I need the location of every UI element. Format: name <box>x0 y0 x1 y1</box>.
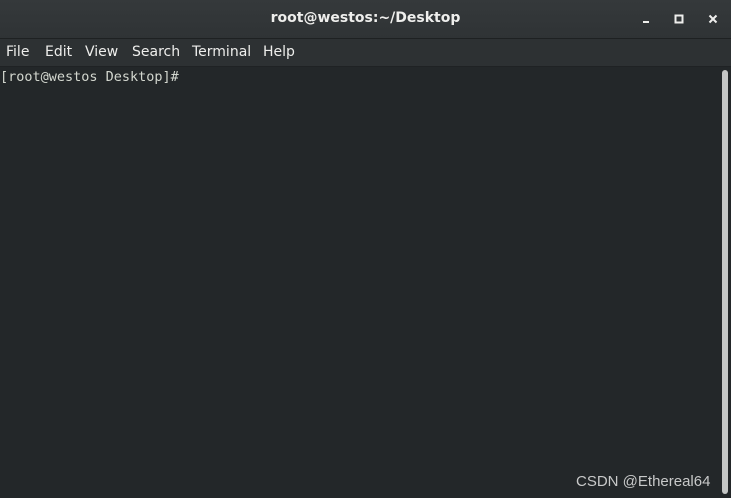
prompt-line: [root@westos Desktop]# <box>0 69 195 85</box>
menu-terminal[interactable]: Terminal <box>192 44 251 60</box>
terminal-area[interactable]: [root@westos Desktop]# <box>0 67 718 498</box>
close-icon <box>708 14 718 24</box>
window-title: root@westos:~/Desktop <box>270 10 461 26</box>
maximize-button[interactable] <box>669 9 689 29</box>
menubar: File Edit View Search Terminal Help <box>0 39 731 67</box>
minimize-icon <box>643 21 649 23</box>
menu-view[interactable]: View <box>85 44 118 60</box>
menu-file[interactable]: File <box>6 44 29 60</box>
maximize-icon <box>674 14 684 24</box>
watermark: CSDN @Ethereal64 <box>576 473 711 490</box>
titlebar[interactable]: root@westos:~/Desktop <box>0 0 731 39</box>
menu-edit[interactable]: Edit <box>45 44 72 60</box>
menu-help[interactable]: Help <box>263 44 295 60</box>
terminal-window: root@westos:~/Desktop File Edit View Sea… <box>0 0 731 498</box>
close-button[interactable] <box>703 9 723 29</box>
text-cursor <box>187 69 195 84</box>
scrollbar[interactable] <box>718 67 731 498</box>
minimize-button[interactable] <box>636 9 656 29</box>
menu-search[interactable]: Search <box>132 44 180 60</box>
prompt-text: [root@westos Desktop]# <box>0 69 187 85</box>
scrollbar-thumb[interactable] <box>722 70 728 494</box>
